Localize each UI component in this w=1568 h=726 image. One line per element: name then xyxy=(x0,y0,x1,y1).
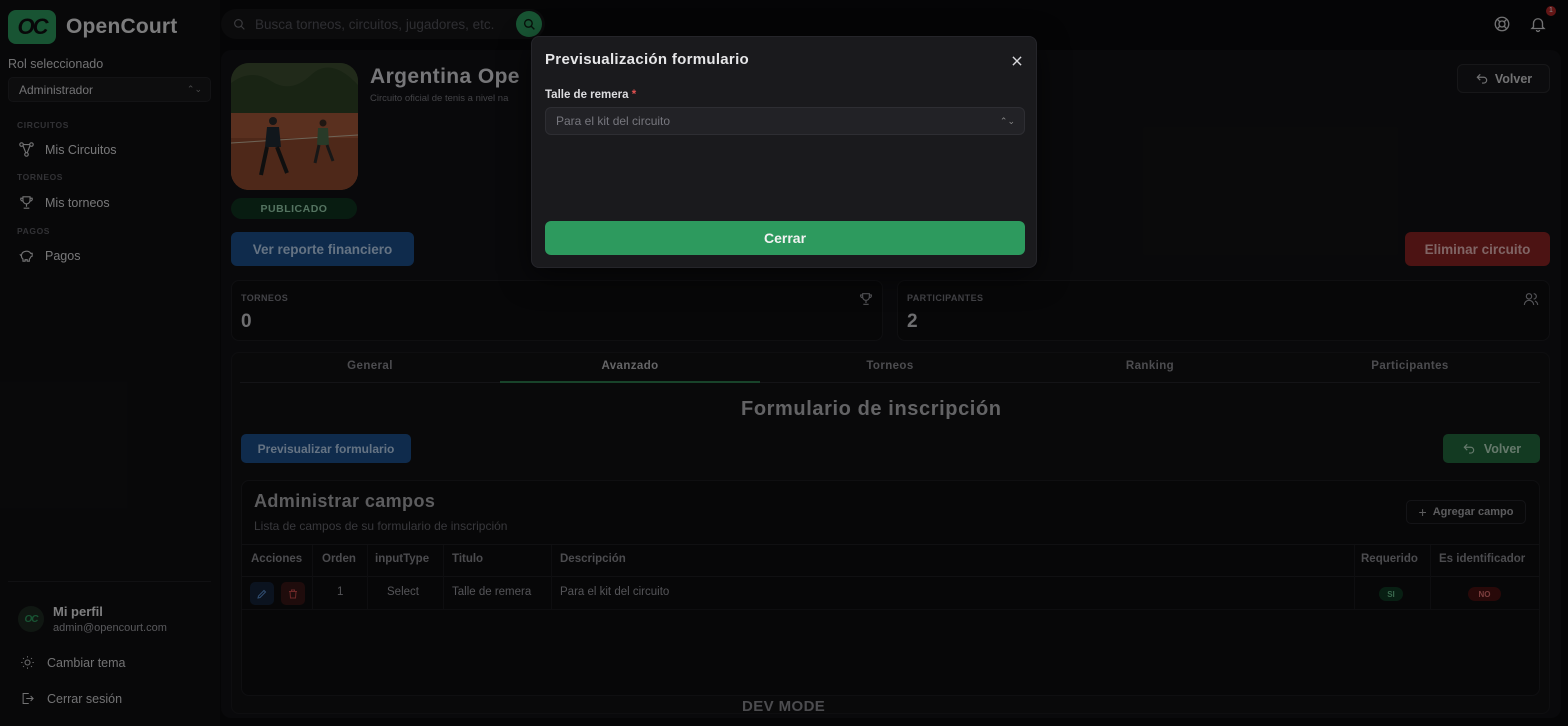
close-modal-button[interactable]: Cerrar xyxy=(545,221,1025,255)
chevron-updown-icon: ⌃⌄ xyxy=(999,115,1015,126)
talle-remera-select[interactable]: Para el kit del circuito ⌃⌄ xyxy=(545,107,1025,135)
field-label-text: Talle de remera xyxy=(545,89,629,101)
preview-modal: Previsualización formulario Talle de rem… xyxy=(531,36,1037,268)
select-placeholder: Para el kit del circuito xyxy=(556,114,671,128)
close-icon[interactable] xyxy=(1010,54,1024,68)
modal-title: Previsualización formulario xyxy=(545,51,749,68)
modal-field-label: Talle de remera * xyxy=(545,89,636,101)
required-mark: * xyxy=(631,89,637,101)
